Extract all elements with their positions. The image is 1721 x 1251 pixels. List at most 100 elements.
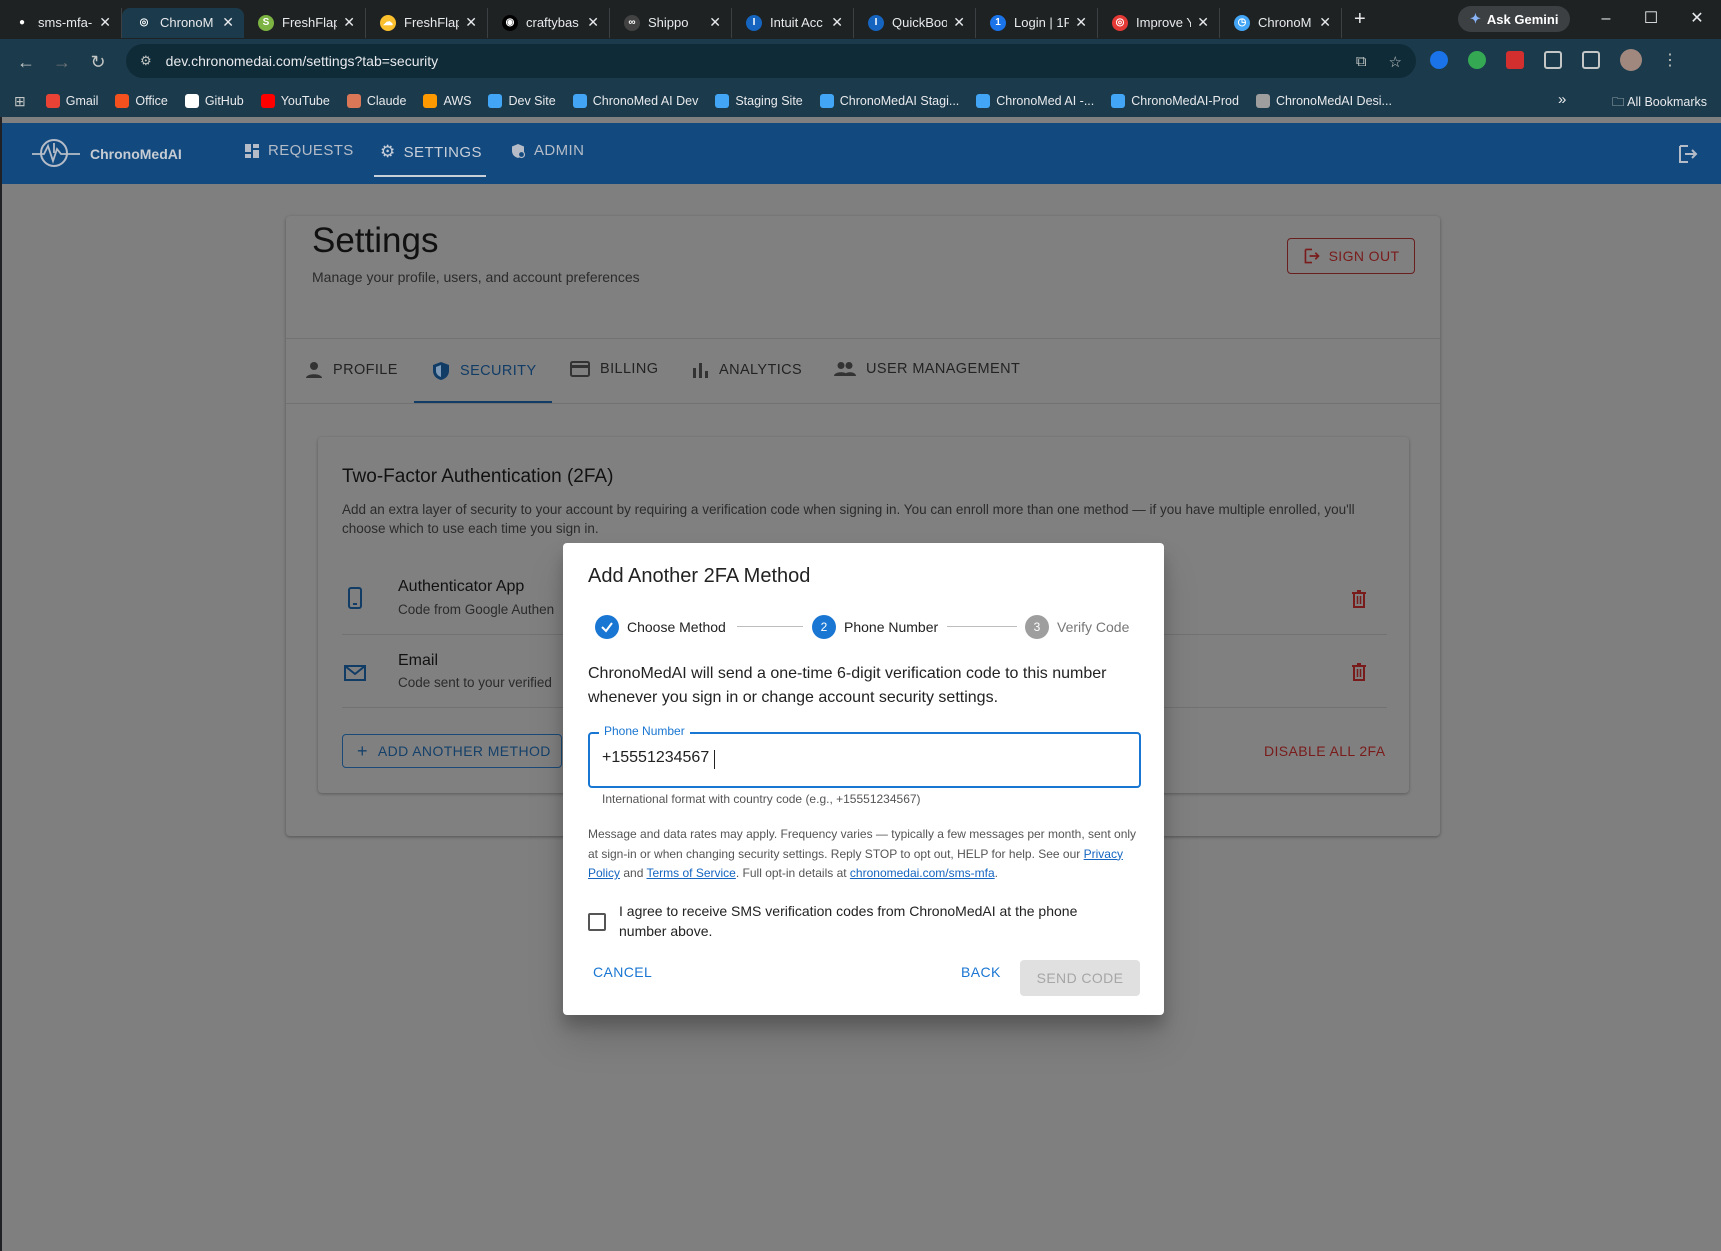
bookmark-item[interactable]: Staging Site: [715, 94, 803, 108]
disable-all-2fa-button[interactable]: DISABLE ALL 2FA: [1264, 743, 1385, 759]
bookmark-item[interactable]: Office: [115, 94, 168, 108]
back-arrow-icon[interactable]: ←: [8, 52, 44, 73]
extensions-puzzle-icon[interactable]: [1544, 51, 1562, 69]
sms-mfa-details-link[interactable]: chronomedai.com/sms-mfa: [850, 866, 995, 880]
nav-active-indicator: [374, 175, 486, 177]
close-window-button[interactable]: ✕: [1674, 6, 1720, 32]
browser-tab[interactable]: ● sms-mfa- ✕: [0, 7, 122, 38]
bookmark-item[interactable]: YouTube: [260, 94, 330, 108]
browser-tab[interactable]: ◷ ChronoM ✕: [1220, 7, 1342, 38]
tab-analytics-label: ANALYTICS: [719, 362, 803, 378]
browser-tab[interactable]: ☁ FreshFlap ✕: [366, 7, 488, 38]
close-tab-icon[interactable]: ✕: [831, 14, 843, 31]
step-number-badge: 2: [812, 615, 836, 639]
close-tab-icon[interactable]: ✕: [1197, 14, 1209, 31]
delete-email-trash-icon[interactable]: [1349, 662, 1369, 682]
step-number-badge: 3: [1025, 615, 1049, 639]
nav-requests[interactable]: REQUESTS: [244, 142, 354, 159]
close-tab-icon[interactable]: ✕: [465, 14, 477, 31]
bookmark-star-icon[interactable]: ☆: [1389, 53, 1402, 71]
logout-icon[interactable]: [1677, 143, 1699, 165]
browser-tab[interactable]: I Intuit Acc ✕: [732, 7, 854, 38]
tab-profile[interactable]: PROFILE: [305, 361, 398, 379]
tab-security[interactable]: SECURITY: [432, 361, 537, 381]
phone-number-field[interactable]: Phone Number: [588, 724, 1141, 788]
sms-consent-checkbox[interactable]: [588, 913, 606, 931]
apps-grid-icon[interactable]: ⊞: [14, 93, 26, 110]
browser-tab[interactable]: ∞ Shippo ✕: [610, 7, 732, 38]
bookmark-item[interactable]: AWS: [423, 94, 471, 108]
phone-number-input[interactable]: [602, 749, 1122, 767]
tab-title: Intuit Acc: [770, 15, 823, 30]
bookmark-item[interactable]: Gmail: [45, 94, 98, 108]
reload-icon[interactable]: ↻: [80, 52, 116, 73]
browser-tab[interactable]: S FreshFlap ✕: [244, 7, 366, 38]
bookmark-item[interactable]: ChronoMedAI Stagi...: [819, 94, 959, 108]
tab-title: Login | 1P: [1014, 15, 1070, 30]
ask-gemini-label: Ask Gemini: [1486, 11, 1559, 27]
url-text: dev.chronomedai.com/settings?tab=securit…: [165, 53, 439, 69]
tab-analytics[interactable]: ANALYTICS: [691, 361, 802, 379]
pdf-extension-icon[interactable]: [1506, 51, 1524, 69]
send-code-button[interactable]: SEND CODE: [1020, 960, 1140, 996]
tab-billing[interactable]: BILLING: [570, 361, 658, 377]
onepassword-extension-icon[interactable]: [1430, 51, 1448, 69]
nav-settings[interactable]: ⚙ SETTINGS: [380, 142, 482, 162]
tab-title: sms-mfa-: [38, 15, 93, 30]
cancel-button[interactable]: CANCEL: [593, 964, 652, 980]
tab-favicon-icon: ∞: [624, 14, 640, 31]
tab-favicon-icon: I: [746, 14, 762, 31]
bookmark-item[interactable]: Dev Site: [488, 94, 556, 108]
close-tab-icon[interactable]: ✕: [953, 14, 965, 31]
bookmark-item[interactable]: GitHub: [184, 94, 244, 108]
bookmark-item[interactable]: ChronoMed AI Dev: [572, 94, 698, 108]
dialog-body-text: ChronoMedAI will send a one-time 6-digit…: [588, 665, 1107, 706]
close-tab-icon[interactable]: ✕: [709, 14, 721, 31]
close-tab-icon[interactable]: ✕: [1075, 14, 1087, 31]
browser-tab[interactable]: I QuickBoo ✕: [854, 7, 976, 38]
bookmark-favicon-icon: [423, 94, 438, 108]
tab-user-management[interactable]: USER MANAGEMENT: [834, 361, 1020, 377]
address-bar[interactable]: ⚙ dev.chronomedai.com/settings?tab=secur…: [126, 44, 1416, 78]
all-bookmarks-folder[interactable]: 🗀 All Bookmarks: [1612, 93, 1707, 114]
tab-title: Shippo: [648, 15, 689, 30]
browser-tab[interactable]: ◎ ChronoM ✕: [122, 7, 244, 38]
browser-menu-icon[interactable]: ⋮: [1662, 50, 1678, 70]
sign-out-button[interactable]: SIGN OUT: [1287, 238, 1415, 274]
sms-consent-label[interactable]: I agree to receive SMS verification code…: [619, 902, 1119, 941]
close-tab-icon[interactable]: ✕: [343, 14, 355, 31]
bookmark-favicon-icon: [115, 94, 130, 108]
nav-admin[interactable]: ADMIN: [510, 142, 584, 159]
close-tab-icon[interactable]: ✕: [587, 14, 599, 31]
browser-tab[interactable]: ◎ Improve Y ✕: [1098, 7, 1220, 38]
tab-security-label: SECURITY: [460, 363, 537, 379]
back-button[interactable]: BACK: [961, 964, 1001, 980]
terms-of-service-link[interactable]: Terms of Service: [647, 866, 736, 880]
check-icon: [595, 615, 619, 639]
bookmark-favicon-icon: [715, 94, 730, 108]
close-tab-icon[interactable]: ✕: [99, 14, 111, 31]
maximize-window-button[interactable]: ☐: [1628, 6, 1674, 32]
close-tab-icon[interactable]: ✕: [222, 14, 234, 31]
ask-gemini-button[interactable]: ✦ Ask Gemini: [1458, 6, 1571, 32]
browser-tab[interactable]: 1 Login | 1P ✕: [976, 7, 1098, 38]
more-bookmarks-icon[interactable]: »: [1558, 91, 1566, 108]
install-app-icon[interactable]: ⧉: [1356, 53, 1367, 71]
legal-text-part: . Full opt-in details at: [735, 866, 850, 880]
forward-arrow-icon[interactable]: →: [44, 52, 80, 73]
new-tab-button[interactable]: +: [1354, 8, 1366, 31]
site-info-icon[interactable]: ⚙: [140, 53, 152, 69]
add-another-method-button[interactable]: + ADD ANOTHER METHOD: [342, 734, 562, 768]
browser-tab[interactable]: ◉ craftybas ✕: [488, 7, 610, 38]
bookmark-item[interactable]: ChronoMed AI -...: [976, 94, 1094, 108]
bookmark-item[interactable]: Claude: [346, 94, 406, 108]
bookmark-item[interactable]: ChronoMedAI Desi...: [1255, 94, 1392, 108]
vpn-extension-icon[interactable]: [1468, 51, 1486, 69]
profile-avatar[interactable]: [1620, 49, 1642, 71]
bookmark-item[interactable]: ChronoMedAI-Prod: [1111, 94, 1239, 108]
tab-favicon-icon: ◉: [502, 14, 518, 31]
minimize-window-button[interactable]: –: [1583, 6, 1629, 32]
side-panel-icon[interactable]: [1582, 51, 1600, 69]
close-tab-icon[interactable]: ✕: [1319, 14, 1331, 31]
delete-authenticator-trash-icon[interactable]: [1349, 589, 1369, 609]
